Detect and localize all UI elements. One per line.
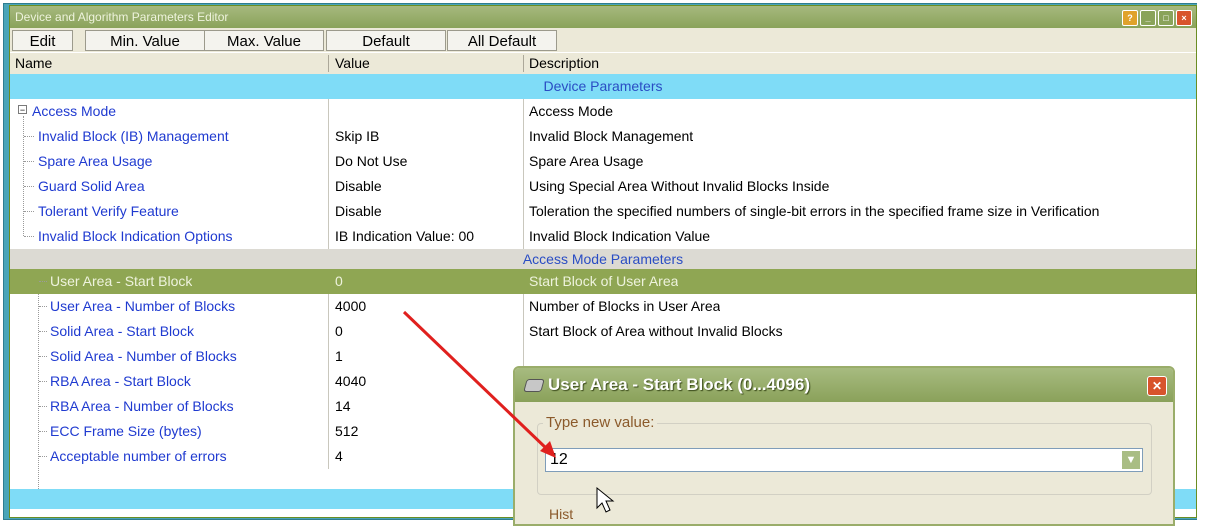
annotation-overlay bbox=[402, 310, 615, 513]
annotation-arrow bbox=[402, 310, 549, 451]
mouse-cursor-icon bbox=[596, 486, 615, 513]
screen-edge bbox=[1197, 0, 1205, 525]
